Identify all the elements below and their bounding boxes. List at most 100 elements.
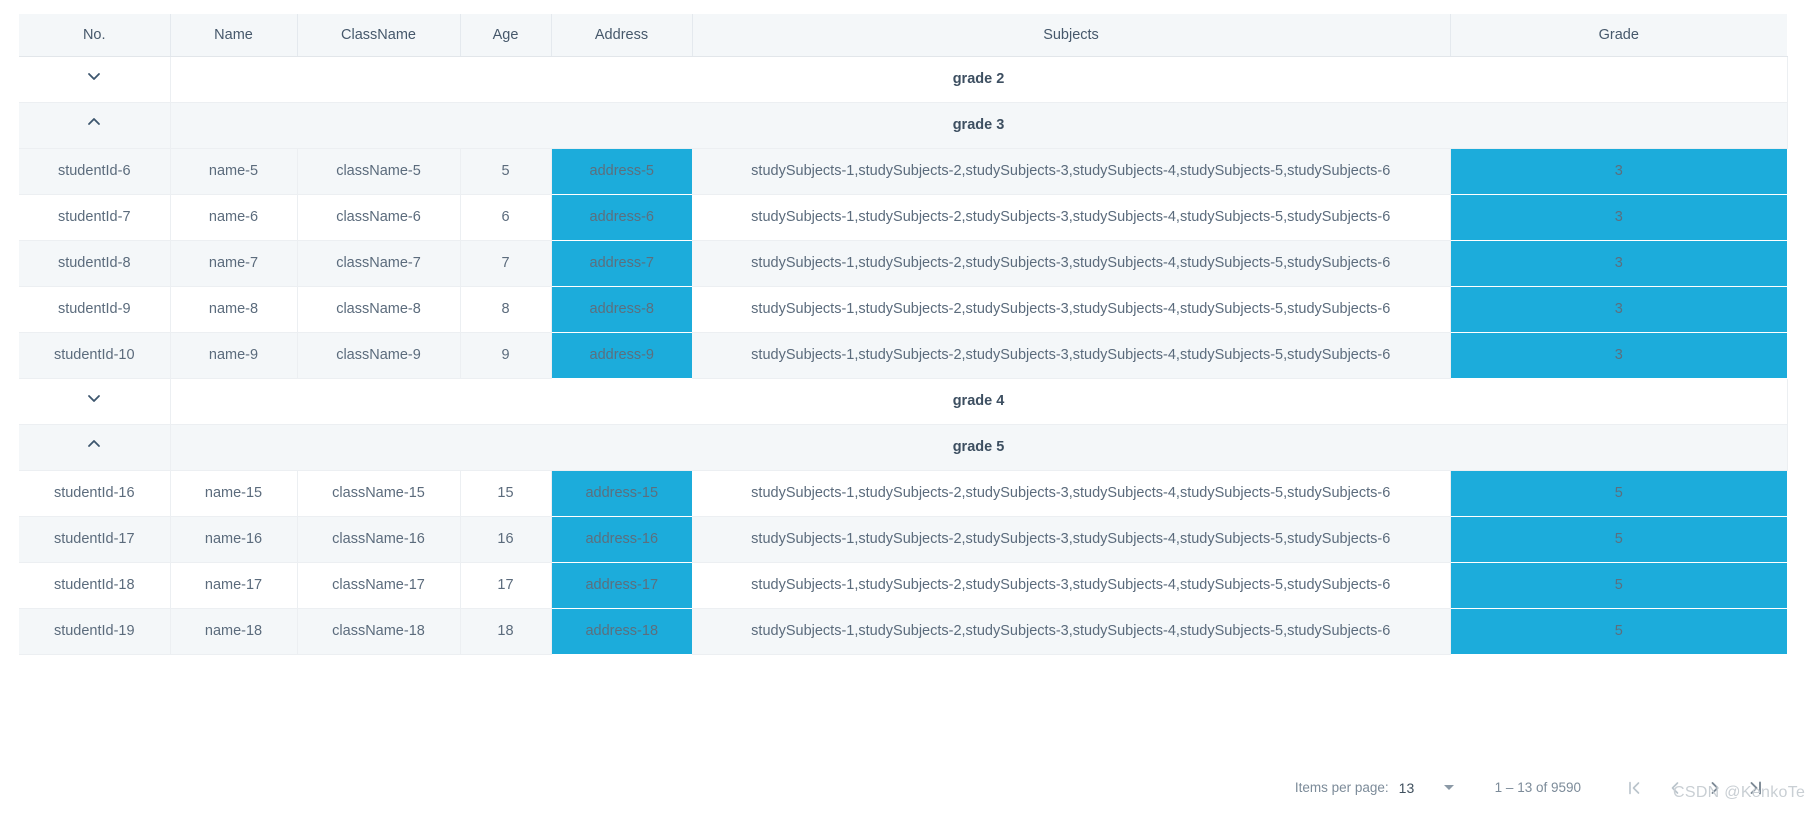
cell-classname: className-9 [297,332,461,379]
cell-grade: 3 [1450,148,1787,195]
cell-address: address-18 [551,608,692,655]
cell-subjects: studySubjects-1,studySubjects-2,studySub… [692,562,1451,609]
cell-no: studentId-6 [19,148,171,195]
cell-address: address-9 [551,332,692,379]
last-page-icon [1750,781,1761,794]
group-header-row[interactable]: grade 3 [19,102,1788,149]
cell-classname: className-16 [297,516,461,563]
table-row[interactable]: studentId-7 name-6 className-6 6 address-6 st… [19,194,1787,241]
cell-name: name-8 [170,286,298,333]
chevron-down-icon[interactable] [83,66,105,88]
cell-no: studentId-9 [19,286,171,333]
chevron-right-icon [1711,781,1719,794]
previous-page-button[interactable] [1655,768,1695,808]
cell-address: address-16 [551,516,692,563]
cell-grade: 5 [1450,562,1787,609]
cell-no: studentId-19 [19,608,171,655]
group-header-row[interactable]: grade 5 [19,424,1788,471]
first-page-button[interactable] [1615,768,1655,808]
group-label: grade 3 [170,102,1788,149]
cell-grade: 5 [1450,470,1787,517]
cell-subjects: studySubjects-1,studySubjects-2,studySub… [692,470,1451,517]
students-table: No. Name ClassName Age Address Subjects … [19,14,1788,655]
chevron-down-icon[interactable] [83,388,105,410]
cell-grade: 3 [1450,286,1787,333]
group-toggle-cell[interactable] [19,424,171,471]
items-per-page-select[interactable]: 13 [1399,780,1477,796]
cell-name: name-9 [170,332,298,379]
cell-no: studentId-10 [19,332,171,379]
items-per-page-label: Items per page: [1294,780,1389,795]
cell-no: studentId-18 [19,562,171,609]
paginator: Items per page: 13 1 – 13 of 9590 [19,760,1787,815]
first-page-icon [1629,781,1640,794]
cell-no: studentId-8 [19,240,171,287]
group-toggle-cell[interactable] [19,56,171,103]
cell-subjects: studySubjects-1,studySubjects-2,studySub… [692,240,1451,287]
cell-grade: 3 [1450,332,1787,379]
group-header-row[interactable]: grade 2 [19,56,1788,103]
group-toggle-cell[interactable] [19,378,171,425]
cell-classname: className-7 [297,240,461,287]
cell-subjects: studySubjects-1,studySubjects-2,studySub… [692,148,1451,195]
chevron-left-icon [1671,781,1679,794]
app-root: No. Name ClassName Age Address Subjects … [0,0,1805,815]
column-header-subjects[interactable]: Subjects [692,14,1451,57]
cell-classname: className-6 [297,194,461,241]
cell-classname: className-18 [297,608,461,655]
column-header-grade[interactable]: Grade [1450,14,1787,57]
items-per-page-value: 13 [1398,779,1415,796]
table-row[interactable]: studentId-18 name-17 className-17 17 address… [19,562,1787,609]
cell-name: name-15 [170,470,298,517]
group-label: grade 5 [170,424,1788,471]
cell-name: name-5 [170,148,298,195]
items-per-page-group: Items per page: 13 [1295,780,1477,796]
table-row[interactable]: studentId-16 name-15 className-15 15 address… [19,470,1787,517]
group-label: grade 4 [170,378,1788,425]
cell-subjects: studySubjects-1,studySubjects-2,studySub… [692,194,1451,241]
column-header-name[interactable]: Name [170,14,298,57]
cell-subjects: studySubjects-1,studySubjects-2,studySub… [692,608,1451,655]
column-header-age[interactable]: Age [460,14,552,57]
cell-name: name-6 [170,194,298,241]
cell-grade: 3 [1450,240,1787,287]
cell-age: 8 [460,286,552,333]
column-header-address[interactable]: Address [551,14,693,57]
cell-classname: className-5 [297,148,461,195]
cell-name: name-16 [170,516,298,563]
cell-subjects: studySubjects-1,studySubjects-2,studySub… [692,332,1451,379]
cell-grade: 5 [1450,516,1787,563]
cell-address: address-8 [551,286,692,333]
chevron-up-icon[interactable] [83,434,105,456]
group-toggle-cell[interactable] [19,102,171,149]
table-body: grade 2 grade 3 studentId-6 name-5 className… [19,56,1788,655]
chevron-down-icon [1444,785,1455,790]
column-header-classname[interactable]: ClassName [297,14,461,57]
table-row[interactable]: studentId-8 name-7 className-7 7 address-7 st… [19,240,1787,287]
group-label: grade 2 [170,56,1788,103]
table-row[interactable]: studentId-17 name-16 className-16 16 address… [19,516,1787,563]
header-row: No. Name ClassName Age Address Subjects … [19,14,1787,57]
cell-no: studentId-7 [19,194,171,241]
cell-address: address-17 [551,562,692,609]
cell-age: 6 [460,194,552,241]
group-header-row[interactable]: grade 4 [19,378,1788,425]
column-header-no[interactable]: No. [19,14,171,57]
chevron-up-icon[interactable] [83,112,105,134]
paginator-range-label: 1 – 13 of 9590 [1494,780,1581,795]
cell-no: studentId-17 [19,516,171,563]
cell-classname: className-15 [297,470,461,517]
table-row[interactable]: studentId-19 name-18 className-18 18 address… [19,608,1787,655]
cell-age: 7 [460,240,552,287]
table-header: No. Name ClassName Age Address Subjects … [19,14,1787,57]
cell-classname: className-8 [297,286,461,333]
table-row[interactable]: studentId-9 name-8 className-8 8 address-8 st… [19,286,1787,333]
cell-name: name-7 [170,240,298,287]
next-page-button[interactable] [1695,768,1735,808]
table-row[interactable]: studentId-6 name-5 className-5 5 address-5 st… [19,148,1787,195]
data-table-container: No. Name ClassName Age Address Subjects … [19,14,1788,655]
cell-age: 16 [460,516,552,563]
table-row[interactable]: studentId-10 name-9 className-9 9 address-9 s… [19,332,1787,379]
last-page-button[interactable] [1735,768,1775,808]
cell-name: name-17 [170,562,298,609]
